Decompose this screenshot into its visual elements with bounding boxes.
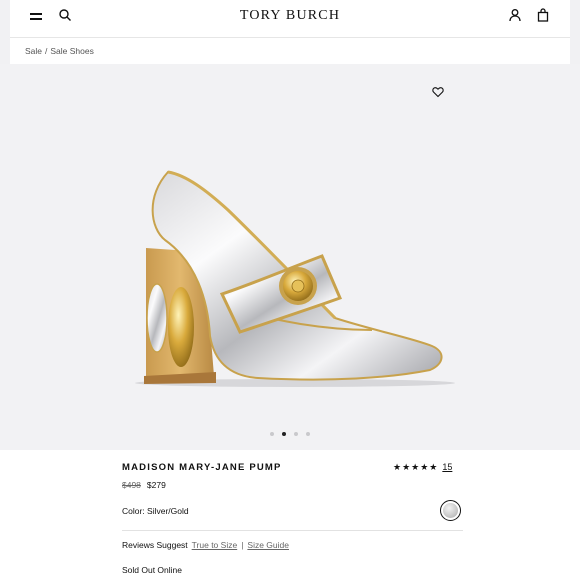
bag-icon[interactable]: [536, 8, 550, 22]
link-separator: |: [241, 540, 244, 550]
reviews-suggest-label: Reviews Suggest: [122, 540, 188, 550]
gallery-dot[interactable]: [294, 432, 298, 436]
gallery-pagination: [0, 432, 580, 436]
gallery-dot-active[interactable]: [282, 432, 286, 436]
true-to-size-link[interactable]: True to Size: [192, 540, 238, 550]
review-count-link[interactable]: 15: [442, 462, 452, 472]
rating: ★★★★★ 15: [393, 462, 452, 473]
product-image: [135, 170, 455, 387]
color-label: Color: Silver/Gold: [122, 506, 189, 516]
breadcrumb-sale-shoes[interactable]: Sale Shoes: [50, 46, 93, 56]
price: $498 $279: [122, 480, 166, 490]
product-details: MADISON MARY-JANE PUMP ★★★★★ 15 $498 $279 …: [0, 450, 580, 580]
account-icon[interactable]: [508, 8, 522, 22]
size-guide-link[interactable]: Size Guide: [247, 540, 289, 550]
fit-info: Reviews Suggest True to Size | Size Guide: [122, 540, 289, 550]
gallery-dot[interactable]: [270, 432, 274, 436]
availability-status: Sold Out Online: [122, 565, 183, 575]
product-title: MADISON MARY-JANE PUMP: [122, 462, 282, 473]
product-gallery[interactable]: [0, 64, 580, 450]
site-header: TORY BURCH: [10, 0, 570, 38]
color-swatch-silver-gold[interactable]: [440, 500, 461, 521]
brand-logo[interactable]: TORY BURCH: [10, 8, 570, 24]
breadcrumb-sale[interactable]: Sale: [25, 46, 42, 56]
rating-stars-icon: ★★★★★: [393, 462, 439, 472]
sale-price: $279: [146, 480, 166, 490]
gallery-dot[interactable]: [306, 432, 310, 436]
breadcrumb-separator: /: [45, 46, 48, 56]
divider: [122, 530, 463, 531]
breadcrumb: Sale / Sale Shoes: [10, 38, 570, 64]
original-price: $498: [122, 480, 141, 490]
